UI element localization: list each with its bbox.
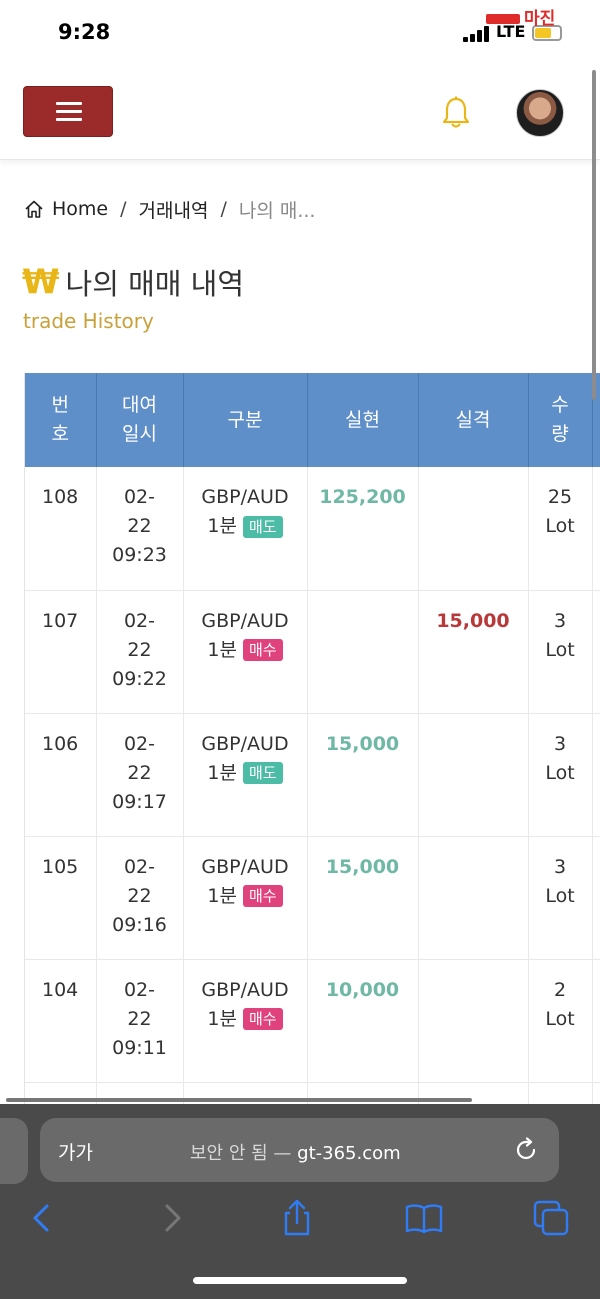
cell-qty: 3 Lot (528, 590, 593, 714)
watermark-logo: 마진 (484, 4, 596, 34)
header-qty: 수량 (528, 373, 593, 467)
buy-badge: 매수 (243, 639, 283, 661)
cell-date: 02- 22 09:17 (96, 713, 184, 837)
url-text[interactable]: 보안 안 됨 — gt-365.com (190, 1139, 401, 1165)
period-label: 1분 (207, 761, 237, 784)
cell-type: GBP/AUD 1분 매수 (183, 959, 308, 1083)
cell-profit (307, 590, 419, 714)
sell-badge: 매도 (243, 515, 283, 538)
table-row[interactable]: 105 02- 22 09:16 GBP/AUD 1분 매수 15,000 3 Lot (25, 836, 600, 960)
cell-extra (592, 590, 600, 714)
cell-profit: 10,000 (307, 959, 419, 1083)
cell-date: 02- 22 09:23 (96, 467, 184, 591)
cell-profit: 125,200 (307, 467, 419, 591)
browser-chrome: 가가 보안 안 됨 — gt-365.com (0, 1104, 600, 1299)
status-time: 9:28 (58, 20, 111, 44)
tabs-icon[interactable] (531, 1198, 571, 1238)
back-icon[interactable] (22, 1198, 62, 1238)
table-row[interactable]: 104 02- 22 09:11 GBP/AUD 1분 매수 10,000 2 Lot (25, 959, 600, 1083)
cell-loss: 15,000 (418, 590, 529, 714)
vertical-scrollbar[interactable] (592, 70, 596, 400)
security-warning: 보안 안 됨 — (190, 1143, 292, 1164)
table-row[interactable]: 108 02- 22 09:23 GBP/AUD 1분 매도 125,200 25 Lot (25, 467, 600, 591)
header-no: 번호 (25, 373, 97, 467)
header-profit: 실현 (307, 373, 419, 467)
breadcrumb: Home / 거래내역 / 나의 매... (24, 196, 315, 222)
cell-loss (418, 836, 529, 960)
buy-badge: 매수 (243, 1008, 283, 1030)
cell-type: GBP/AUD 1분 매수 (183, 590, 308, 714)
cell-profit: 15,000 (307, 836, 419, 960)
cell-extra (592, 836, 600, 960)
pair-label: GBP/AUD (201, 978, 289, 1001)
cell-no: 107 (25, 590, 97, 714)
cell-no: 106 (25, 713, 97, 837)
forward-icon[interactable] (152, 1198, 192, 1238)
cell-date: 02- 22 09:16 (96, 836, 184, 960)
cell-no: 108 (25, 467, 97, 591)
browser-toolbar (0, 1198, 600, 1248)
won-icon: ₩ (22, 262, 60, 302)
pair-label: GBP/AUD (201, 732, 289, 755)
cell-qty: 3 Lot (528, 836, 593, 960)
cell-extra (592, 713, 600, 837)
header-loss: 실격 (418, 373, 529, 467)
trade-table[interactable]: 번호 대여 일시 구분 실현 실격 수량 108 02- 22 09:23 GBP/AUD… (24, 373, 600, 1108)
cell-loss (418, 467, 529, 591)
period-label: 1분 (207, 515, 237, 537)
cell-no: 105 (25, 836, 97, 960)
home-indicator (193, 1277, 407, 1284)
page-subtitle: trade History (23, 309, 154, 333)
header-type: 구분 (183, 373, 308, 467)
cell-extra (592, 959, 600, 1083)
cell-loss (418, 713, 529, 837)
cell-type: GBP/AUD 1분 매도 (183, 713, 308, 837)
pair-label: GBP/AUD (201, 609, 289, 632)
breadcrumb-separator: / (120, 198, 127, 220)
cell-qty: 25 Lot (528, 467, 593, 591)
pair-label: GBP/AUD (201, 486, 289, 508)
menu-button[interactable] (23, 86, 113, 137)
pair-label: GBP/AUD (201, 855, 289, 878)
share-icon[interactable] (277, 1198, 317, 1238)
buy-badge: 매수 (243, 885, 283, 907)
bell-icon[interactable] (440, 96, 472, 130)
period-label: 1분 (207, 638, 237, 661)
cell-date: 02- 22 09:11 (96, 959, 184, 1083)
page-title: ₩ 나의 매매 내역 (22, 261, 244, 303)
cell-type: GBP/AUD 1분 매수 (183, 836, 308, 960)
watermark-text: 마진 (524, 9, 556, 29)
reader-text-size-button[interactable]: 가가 (58, 1138, 93, 1165)
cell-qty: 3 Lot (528, 713, 593, 837)
reload-icon[interactable] (512, 1136, 540, 1164)
cell-date: 02- 22 09:22 (96, 590, 184, 714)
period-label: 1분 (207, 1007, 237, 1030)
breadcrumb-home[interactable]: Home (52, 198, 108, 220)
header-date: 대여 일시 (96, 373, 184, 467)
cell-type: GBP/AUD 1분 매도 (183, 467, 308, 591)
home-icon (25, 200, 43, 218)
url-domain: gt-365.com (297, 1143, 401, 1164)
table-row[interactable]: 106 02- 22 09:17 GBP/AUD 1분 매도 15,000 3 Lot (25, 713, 600, 837)
cell-loss (418, 959, 529, 1083)
period-label: 1분 (207, 884, 237, 907)
address-bar[interactable]: 가가 보안 안 됨 — gt-365.com (40, 1118, 559, 1182)
cell-no: 104 (25, 959, 97, 1083)
breadcrumb-separator: / (220, 198, 227, 220)
cell-extra (592, 467, 600, 591)
app-header (0, 60, 600, 160)
table-header-row: 번호 대여 일시 구분 실현 실격 수량 (25, 373, 600, 467)
previous-tab-peek[interactable] (0, 1118, 28, 1184)
cell-profit: 15,000 (307, 713, 419, 837)
sell-badge: 매도 (243, 762, 283, 784)
status-bar: 9:28 LTE 마진 (0, 0, 600, 60)
breadcrumb-section[interactable]: 거래내역 (139, 196, 209, 223)
bookmarks-icon[interactable] (404, 1198, 444, 1238)
avatar[interactable] (516, 89, 564, 137)
page-title-text: 나의 매매 내역 (65, 267, 245, 301)
horizontal-scrollbar[interactable] (6, 1098, 472, 1102)
table-row[interactable]: 107 02- 22 09:22 GBP/AUD 1분 매수 15,000 3 Lot (25, 590, 600, 714)
cell-qty: 2 Lot (528, 959, 593, 1083)
breadcrumb-current: 나의 매... (238, 199, 316, 222)
